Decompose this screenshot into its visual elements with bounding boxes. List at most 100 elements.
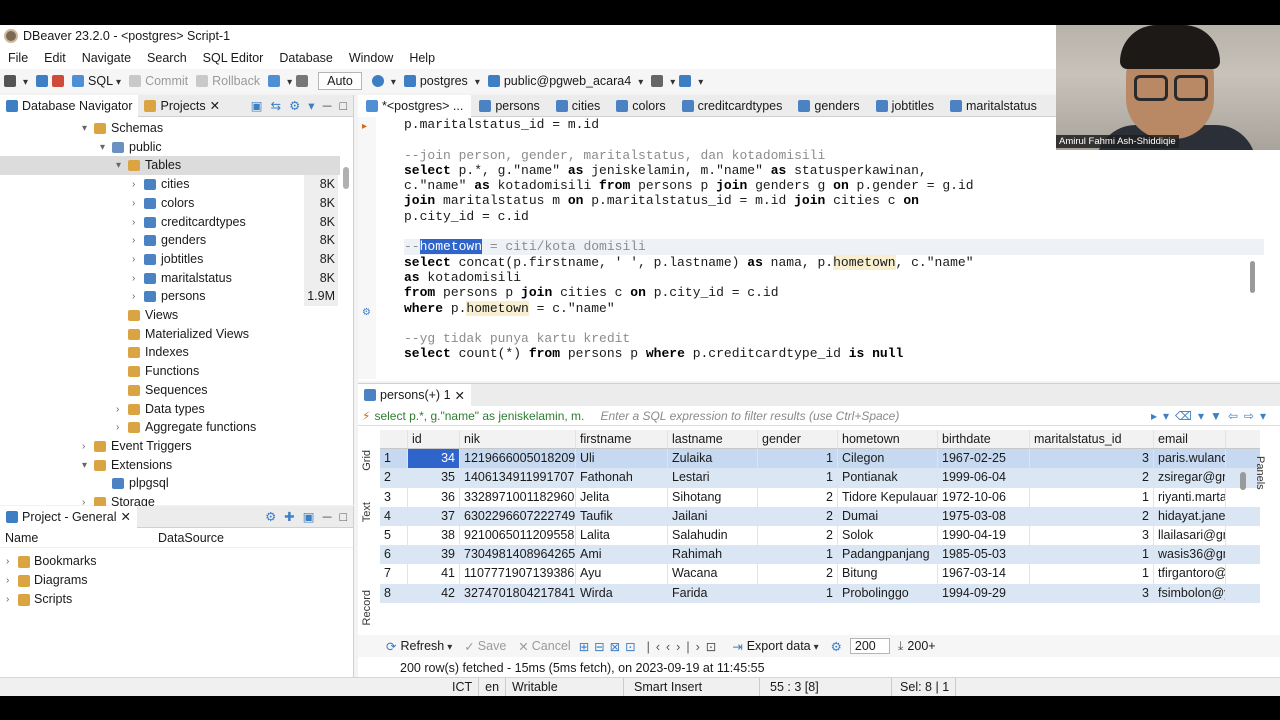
column-header[interactable]: email: [1154, 430, 1226, 449]
expand-icon[interactable]: ▾: [82, 456, 94, 475]
table-cell[interactable]: wasis36@gm: [1154, 545, 1226, 565]
settings-icon[interactable]: ⚙: [289, 98, 300, 113]
table-row[interactable]: 5 38 9210065011209558 Lalita Salahudin 2 Solok…: [380, 525, 1260, 546]
expand-icon[interactable]: ›: [132, 287, 144, 306]
row-number[interactable]: 8: [380, 583, 408, 603]
settings-icon[interactable]: ⚙: [362, 307, 371, 318]
column-header[interactable]: id: [408, 430, 460, 449]
column-header[interactable]: firstname: [576, 430, 668, 449]
table-cell[interactable]: 2: [758, 506, 838, 526]
close-icon[interactable]: ✕: [210, 98, 220, 113]
settings-icon[interactable]: ⚙: [265, 509, 276, 524]
add-icon[interactable]: ✚: [284, 509, 294, 524]
table-cell[interactable]: Rahimah: [668, 545, 758, 565]
table-row[interactable]: 3 36 3328971001182960 Jelita Sihotang 2 Tidore…: [380, 487, 1260, 507]
tree-item[interactable]: › colors 8K: [0, 193, 340, 213]
table-cell[interactable]: 1: [758, 468, 838, 488]
table-cell[interactable]: 1967-03-14: [938, 564, 1030, 584]
menu-help[interactable]: Help: [401, 51, 443, 65]
column-header[interactable]: gender: [758, 430, 838, 449]
expand-icon[interactable]: ›: [82, 437, 94, 456]
editor-scrollbar[interactable]: [1250, 261, 1255, 293]
menu-edit[interactable]: Edit: [36, 51, 74, 65]
expand-icon[interactable]: ›: [132, 194, 144, 213]
project-item-bookmarks[interactable]: › Bookmarks: [0, 552, 353, 571]
save-button[interactable]: Save: [478, 639, 507, 653]
expand-icon[interactable]: ›: [132, 231, 144, 250]
tree-item[interactable]: Materialized Views: [0, 325, 340, 344]
table-cell[interactable]: 9210065011209558: [460, 525, 576, 546]
table-cell[interactable]: Probolinggo: [838, 583, 938, 603]
tab-jobtitles[interactable]: jobtitles: [868, 95, 942, 117]
sql-button[interactable]: SQL: [88, 74, 121, 88]
expand-icon[interactable]: ▾: [100, 138, 112, 157]
sql-code[interactable]: p.maritalstatus_id = m.id --join person,…: [404, 117, 1264, 362]
table-cell[interactable]: 1999-06-04: [938, 468, 1030, 488]
table-cell[interactable]: 39: [408, 545, 460, 565]
table-cell[interactable]: 42: [408, 583, 460, 603]
maximize-icon[interactable]: □: [339, 99, 347, 113]
table-cell[interactable]: 1107771907139386: [460, 564, 576, 584]
column-name[interactable]: Name: [0, 531, 158, 545]
table-cell[interactable]: 2: [758, 487, 838, 507]
table-cell[interactable]: Zulaika: [668, 449, 758, 469]
filter-icon[interactable]: ▾: [308, 98, 314, 113]
column-header[interactable]: birthdate: [938, 430, 1030, 449]
menu-sql-editor[interactable]: SQL Editor: [195, 51, 272, 65]
table-cell[interactable]: 38: [408, 525, 460, 546]
tab-cities[interactable]: cities: [548, 95, 608, 117]
side-tab-text[interactable]: Text: [361, 502, 377, 522]
tab-results-persons[interactable]: persons(+) 1 ✕: [358, 384, 472, 406]
side-tab-record[interactable]: Record: [361, 590, 377, 625]
new-connection-icon[interactable]: [4, 75, 16, 87]
connect-icon[interactable]: [36, 75, 49, 87]
tree-item[interactable]: Functions: [0, 362, 340, 381]
project-item-diagrams[interactable]: › Diagrams: [0, 571, 353, 590]
row-number[interactable]: 1: [380, 449, 408, 469]
tree-item[interactable]: › cities 8K: [0, 175, 340, 195]
table-cell[interactable]: 35: [408, 468, 460, 488]
tree-item[interactable]: › jobtitles 8K: [0, 249, 340, 269]
schema-selector[interactable]: public@pgweb_acara4: [504, 74, 631, 88]
table-cell[interactable]: Salahudin: [668, 525, 758, 546]
close-icon[interactable]: ✕: [455, 388, 465, 403]
table-cell[interactable]: 1972-10-06: [938, 487, 1030, 507]
tree-item[interactable]: Views: [0, 306, 340, 325]
menu-database[interactable]: Database: [271, 51, 341, 65]
table-cell[interactable]: 1219666005018209: [460, 449, 576, 469]
tree-item[interactable]: › persons 1.9M: [0, 287, 340, 307]
table-cell[interactable]: Dumai: [838, 506, 938, 526]
table-cell[interactable]: 1: [1030, 487, 1154, 507]
table-cell[interactable]: zsiregar@gm: [1154, 468, 1226, 488]
auto-commit-box[interactable]: Auto: [318, 72, 362, 90]
navigator-scrollbar[interactable]: [343, 167, 349, 189]
search-icon[interactable]: [679, 75, 692, 87]
project-item-scripts[interactable]: › Scripts: [0, 590, 353, 609]
table-cell[interactable]: 1: [758, 449, 838, 469]
maximize-icon[interactable]: □: [339, 510, 347, 524]
table-cell[interactable]: 1406134911991707: [460, 468, 576, 488]
lock-icon[interactable]: [296, 75, 309, 87]
expand-icon[interactable]: ›: [116, 400, 128, 419]
table-cell[interactable]: Ami: [576, 545, 668, 565]
expand-icon[interactable]: ›: [132, 269, 144, 288]
table-cell[interactable]: 3274701804217841: [460, 583, 576, 603]
history-icon[interactable]: [371, 75, 384, 87]
execute-marker-icon[interactable]: ▸: [362, 121, 367, 132]
row-edit-icons[interactable]: ⊞⊟⊠⊡: [579, 639, 641, 654]
collapse-icon[interactable]: ▣: [251, 98, 263, 113]
column-header[interactable]: lastname: [668, 430, 758, 449]
table-cell[interactable]: Farida: [668, 583, 758, 603]
table-cell[interactable]: 1967-02-25: [938, 449, 1030, 469]
table-cell[interactable]: Bitung: [838, 564, 938, 584]
table-cell[interactable]: 3: [1030, 525, 1154, 546]
table-cell[interactable]: Padangpanjang: [838, 545, 938, 565]
tree-item[interactable]: ▾ Extensions: [0, 456, 340, 475]
connection-selector[interactable]: postgres: [420, 74, 468, 88]
table-cell[interactable]: 1: [1030, 564, 1154, 584]
table-row[interactable]: 2 35 1406134911991707 Fathonah Lestari 1 Ponti…: [380, 468, 1260, 488]
table-cell[interactable]: 7304981408964265: [460, 545, 576, 565]
tab-creditcardtypes[interactable]: creditcardtypes: [674, 95, 791, 117]
row-number[interactable]: 7: [380, 564, 408, 584]
tree-item[interactable]: › Event Triggers: [0, 437, 340, 456]
